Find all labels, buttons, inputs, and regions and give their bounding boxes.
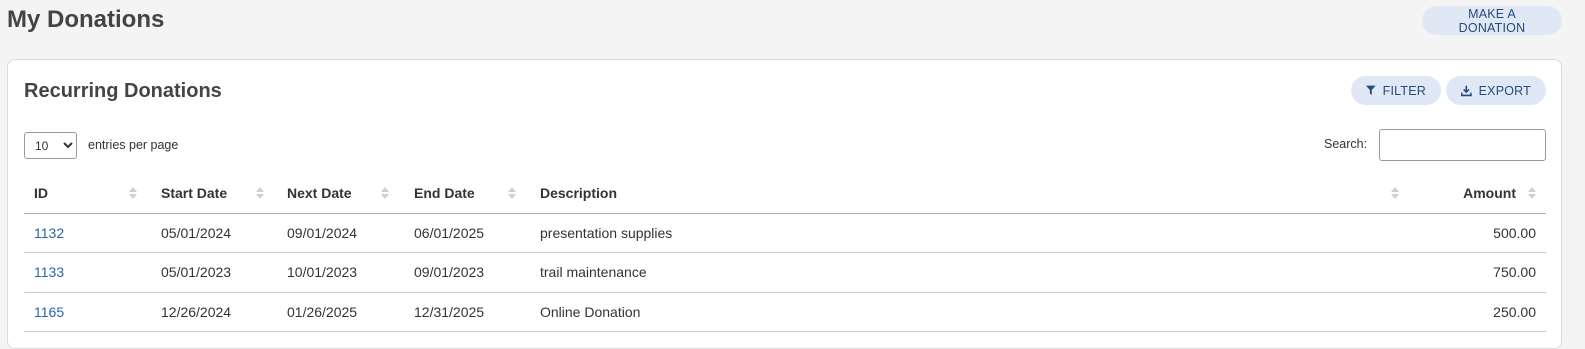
- donation-id-link[interactable]: 1133: [34, 264, 64, 280]
- filter-label: FILTER: [1382, 83, 1426, 98]
- column-label: ID: [34, 184, 48, 201]
- cell-id: 1133: [24, 252, 151, 293]
- sort-arrows-icon: [508, 186, 516, 200]
- cell-description: Online Donation: [530, 292, 1404, 332]
- cell-amount: 750.00: [1404, 252, 1546, 293]
- cell-start-date: 05/01/2023: [151, 252, 277, 293]
- sort-arrows-icon: [1391, 186, 1399, 200]
- page-header: My Donations MAKE A DONATION: [0, 0, 1585, 50]
- column-header-start-date[interactable]: Start Date: [151, 173, 277, 214]
- cell-start-date: 12/26/2024: [151, 292, 277, 332]
- sort-arrows-icon: [381, 186, 389, 200]
- table-row: 1132 05/01/2024 09/01/2024 06/01/2025 pr…: [24, 213, 1546, 253]
- donation-id-link[interactable]: 1165: [34, 304, 64, 320]
- cell-next-date: 09/01/2024: [277, 213, 404, 253]
- column-header-end-date[interactable]: End Date: [404, 173, 530, 214]
- cell-description: trail maintenance: [530, 252, 1404, 293]
- cell-id: 1132: [24, 213, 151, 253]
- export-label: EXPORT: [1478, 83, 1531, 98]
- sort-arrows-icon: [1528, 186, 1536, 200]
- sort-arrows-icon: [129, 186, 137, 200]
- cell-end-date: 09/01/2023: [404, 252, 530, 293]
- download-icon: [1461, 85, 1472, 96]
- card-title: Recurring Donations: [24, 80, 222, 102]
- cell-start-date: 05/01/2024: [151, 213, 277, 253]
- table-row: 1165 12/26/2024 01/26/2025 12/31/2025 On…: [24, 292, 1546, 332]
- page-title: My Donations: [7, 6, 165, 33]
- column-header-amount[interactable]: Amount: [1404, 173, 1546, 214]
- filter-funnel-icon: [1366, 85, 1376, 95]
- cell-id: 1165: [24, 292, 151, 332]
- entries-per-page-label: entries per page: [88, 138, 179, 152]
- sort-arrows-icon: [256, 186, 264, 200]
- recurring-donations-card: Recurring Donations FILTER EXPORT 10 ent…: [7, 59, 1562, 349]
- column-label: Amount: [1463, 184, 1516, 201]
- export-button[interactable]: EXPORT: [1446, 76, 1546, 105]
- table-row: 1133 05/01/2023 10/01/2023 09/01/2023 tr…: [24, 252, 1546, 293]
- cell-next-date: 10/01/2023: [277, 252, 404, 293]
- column-header-description[interactable]: Description: [530, 173, 1404, 214]
- entries-per-page-select[interactable]: 10: [24, 132, 77, 159]
- filter-button[interactable]: FILTER: [1351, 76, 1441, 105]
- column-label: End Date: [414, 184, 475, 201]
- search-label: Search:: [1324, 137, 1368, 151]
- cell-end-date: 06/01/2025: [404, 213, 530, 253]
- column-header-next-date[interactable]: Next Date: [277, 173, 404, 214]
- column-label: Description: [540, 184, 618, 201]
- make-donation-button[interactable]: MAKE A DONATION: [1422, 6, 1562, 35]
- cell-end-date: 12/31/2025: [404, 292, 530, 332]
- donations-table: ID Start Date Next Date End Date Descrip…: [24, 173, 1546, 332]
- column-header-id[interactable]: ID: [24, 173, 151, 214]
- search-input[interactable]: [1379, 129, 1546, 161]
- cell-description: presentation supplies: [530, 213, 1404, 253]
- cell-next-date: 01/26/2025: [277, 292, 404, 332]
- donation-id-link[interactable]: 1132: [34, 225, 64, 241]
- cell-amount: 250.00: [1404, 292, 1546, 332]
- column-label: Start Date: [161, 184, 228, 201]
- table-header-row: ID Start Date Next Date End Date Descrip…: [24, 173, 1546, 214]
- cell-amount: 500.00: [1404, 213, 1546, 253]
- column-label: Next Date: [287, 184, 352, 201]
